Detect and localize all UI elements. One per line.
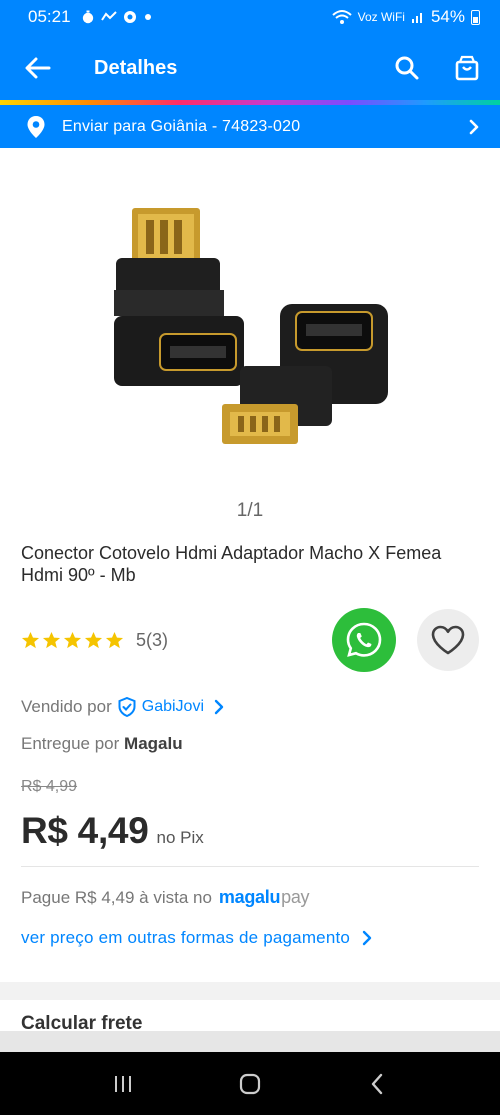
shopping-bag-icon [455, 55, 479, 81]
chrome-icon [123, 11, 136, 23]
favorite-button[interactable] [417, 609, 479, 671]
delivered-by-row: Entregue por Magalu [21, 734, 183, 754]
rating-row: 5(3) [21, 608, 481, 672]
search-button[interactable] [390, 51, 424, 85]
other-payment-prices-link[interactable]: ver preço em outras formas de pagamento [21, 928, 372, 948]
network-label: Voz WiFi [357, 10, 405, 24]
battery-icon [471, 9, 480, 25]
magalupay-logo: magalupay [218, 887, 310, 908]
pay-text: Pague R$ 4,49 à vista no [21, 887, 212, 907]
signal-icon [411, 13, 422, 23]
seller-label: Vendido por [21, 697, 112, 716]
location-pin-icon [27, 115, 45, 138]
current-price: R$ 4,49 [21, 810, 149, 851]
arrow-left-icon [25, 57, 51, 79]
delivery-text: Enviar para Goiânia - 74823-020 [62, 117, 301, 135]
other-prices-text: ver preço em outras formas de pagamento [21, 928, 351, 947]
data-icon [100, 11, 117, 21]
home-icon [239, 1073, 261, 1094]
hdmi-adapter-image [114, 208, 388, 444]
price-suffix: no Pix [156, 828, 204, 847]
price-row: R$ 4,49 no Pix [21, 810, 204, 852]
bottom-sheet-edge [0, 1031, 500, 1052]
chevron-right-icon [469, 119, 479, 134]
magalu-logo-pay: pay [281, 887, 310, 907]
back-button[interactable] [20, 50, 56, 86]
product-title: Conector Cotovelo Hdmi Adaptador Macho X… [21, 543, 442, 585]
system-navigation-bar [0, 1052, 500, 1115]
old-price: R$ 4,99 [21, 778, 78, 795]
header-actions [390, 51, 484, 85]
recents-icon [115, 1075, 132, 1092]
status-right: Voz WiFi 54% [331, 7, 480, 27]
rating-stars[interactable] [21, 631, 124, 650]
star-icon [42, 631, 61, 648]
divider [21, 866, 479, 867]
seller-name-link[interactable]: GabiJovi [142, 698, 204, 716]
section-separator [0, 982, 500, 1000]
home-button[interactable] [230, 1064, 270, 1104]
recents-button[interactable] [103, 1064, 143, 1104]
verified-shield-icon [118, 697, 136, 717]
product-image[interactable] [90, 170, 410, 470]
magalu-logo-text: magalu [218, 887, 281, 907]
image-pager: 1/1 [236, 500, 264, 521]
chevron-right-icon [362, 930, 372, 946]
battery-percent: 54% [430, 7, 465, 26]
page-title: Detalhes [94, 56, 178, 79]
magalupay-row: Pague R$ 4,49 à vista no magalupay [21, 887, 310, 908]
rating-text[interactable]: 5(3) [136, 630, 168, 651]
whatsapp-icon [346, 622, 382, 657]
star-icon [105, 631, 124, 648]
whatsapp-share-button[interactable] [332, 608, 396, 672]
star-icon [84, 631, 103, 648]
status-notification-icons [81, 10, 153, 24]
wifi-icon [331, 10, 352, 24]
timer-icon [82, 10, 93, 24]
bag-button[interactable] [450, 51, 484, 85]
heart-icon [431, 625, 465, 655]
delivered-by-name: Magalu [124, 734, 183, 753]
status-bar: 05:21 Voz WiFi 54% [0, 0, 500, 34]
chevron-left-icon [371, 1073, 382, 1094]
star-icon [63, 631, 82, 648]
delivered-by-label: Entregue por [21, 734, 120, 753]
star-icon [21, 631, 40, 648]
app-header: Detalhes [0, 34, 500, 102]
notification-dot-icon [144, 14, 151, 20]
delivery-location-bar[interactable]: Enviar para Goiânia - 74823-020 [0, 105, 500, 148]
search-icon [395, 56, 419, 80]
calculate-shipping-heading[interactable]: Calcular frete [21, 1013, 142, 1031]
seller-row[interactable]: Vendido por GabiJovi [21, 697, 224, 717]
status-time: 05:21 [28, 7, 71, 26]
chevron-right-icon [214, 699, 224, 715]
back-system-button[interactable] [357, 1064, 397, 1104]
